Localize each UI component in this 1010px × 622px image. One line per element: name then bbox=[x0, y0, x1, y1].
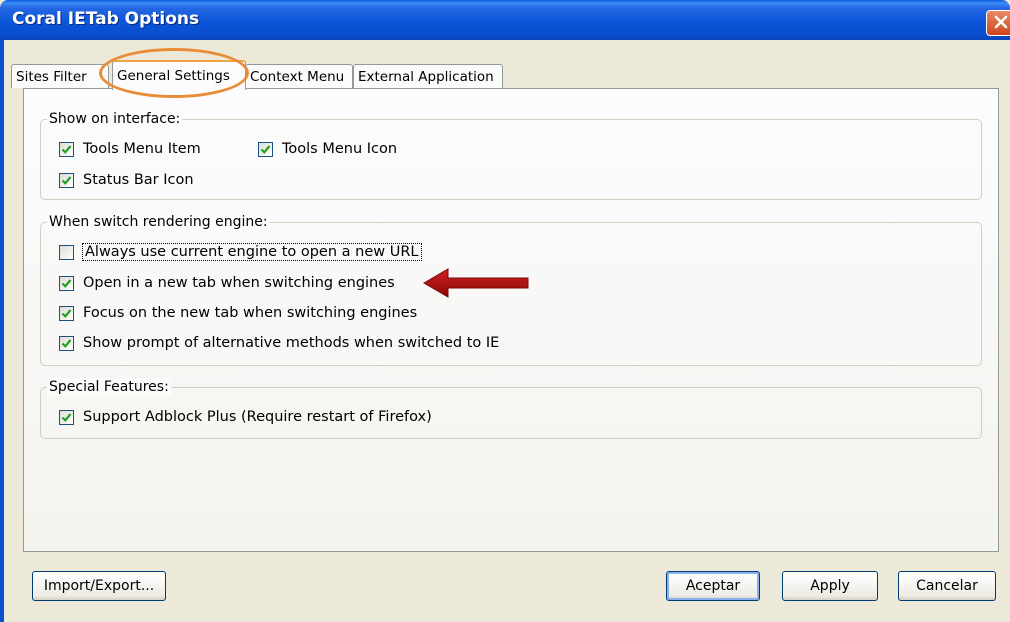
checkbox-box[interactable] bbox=[59, 172, 74, 188]
arrow-annotation-icon bbox=[423, 268, 529, 298]
title-bar: Coral IETab Options bbox=[0, 0, 1010, 40]
tab-context-menu[interactable]: Context Menu bbox=[245, 64, 353, 88]
window-title: Coral IETab Options bbox=[12, 9, 200, 29]
checkbox-focus-new-tab[interactable]: Focus on the new tab when switching engi… bbox=[59, 303, 417, 323]
checkbox-box[interactable] bbox=[59, 244, 74, 260]
cancel-button[interactable]: Cancelar bbox=[898, 571, 996, 601]
checkbox-status-bar-icon[interactable]: Status Bar Icon bbox=[59, 170, 194, 190]
checkbox-show-prompt[interactable]: Show prompt of alternative methods when … bbox=[59, 333, 499, 353]
apply-button[interactable]: Apply bbox=[782, 571, 878, 601]
import-export-button[interactable]: Import/Export... bbox=[32, 571, 166, 601]
checkbox-label: Focus on the new tab when switching engi… bbox=[83, 305, 418, 321]
group-legend: Show on interface: bbox=[47, 110, 183, 128]
window-border-left bbox=[0, 40, 4, 622]
tab-highlight-circle bbox=[99, 48, 249, 98]
checkbox-adblock-plus[interactable]: Support Adblock Plus (Require restart of… bbox=[59, 407, 432, 427]
checkbox-tools-menu-item[interactable]: Tools Menu Item bbox=[59, 139, 201, 159]
checkbox-label: Tools Menu Icon bbox=[282, 141, 398, 157]
checkbox-box[interactable] bbox=[258, 141, 273, 157]
tab-panel-general-settings: Show on interface: Tools Menu Item Tools… bbox=[23, 88, 999, 552]
checkbox-label: Always use current engine to open a new … bbox=[82, 243, 422, 261]
checkbox-open-new-tab[interactable]: Open in a new tab when switching engines bbox=[59, 273, 395, 293]
checkbox-label: Tools Menu Item bbox=[83, 141, 201, 157]
checkbox-box[interactable] bbox=[59, 141, 74, 157]
tab-external-application[interactable]: External Application bbox=[353, 64, 503, 88]
check-icon bbox=[260, 144, 271, 154]
check-icon bbox=[61, 278, 72, 288]
close-button[interactable] bbox=[986, 10, 1010, 36]
group-legend: Special Features: bbox=[47, 378, 171, 396]
tab-sites-filter[interactable]: Sites Filter bbox=[11, 64, 109, 88]
close-icon bbox=[994, 15, 1008, 29]
checkbox-tools-menu-icon[interactable]: Tools Menu Icon bbox=[258, 139, 397, 159]
checkbox-label: Status Bar Icon bbox=[83, 172, 194, 188]
checkbox-label: Open in a new tab when switching engines bbox=[83, 275, 395, 291]
checkbox-box[interactable] bbox=[59, 335, 74, 351]
checkbox-label: Show prompt of alternative methods when … bbox=[83, 335, 500, 351]
options-dialog: Coral IETab Options Sites Filter General… bbox=[0, 0, 1010, 622]
check-icon bbox=[61, 144, 72, 154]
checkbox-box[interactable] bbox=[59, 305, 74, 321]
check-icon bbox=[61, 308, 72, 318]
checkbox-always-current-engine[interactable]: Always use current engine to open a new … bbox=[59, 242, 422, 262]
group-legend: When switch rendering engine: bbox=[47, 213, 270, 231]
checkbox-box[interactable] bbox=[59, 275, 74, 291]
checkbox-label: Support Adblock Plus (Require restart of… bbox=[83, 409, 432, 425]
check-icon bbox=[61, 338, 72, 348]
check-icon bbox=[61, 412, 72, 422]
checkbox-box[interactable] bbox=[59, 409, 74, 425]
check-icon bbox=[61, 175, 72, 185]
ok-button[interactable]: Aceptar bbox=[666, 571, 760, 601]
